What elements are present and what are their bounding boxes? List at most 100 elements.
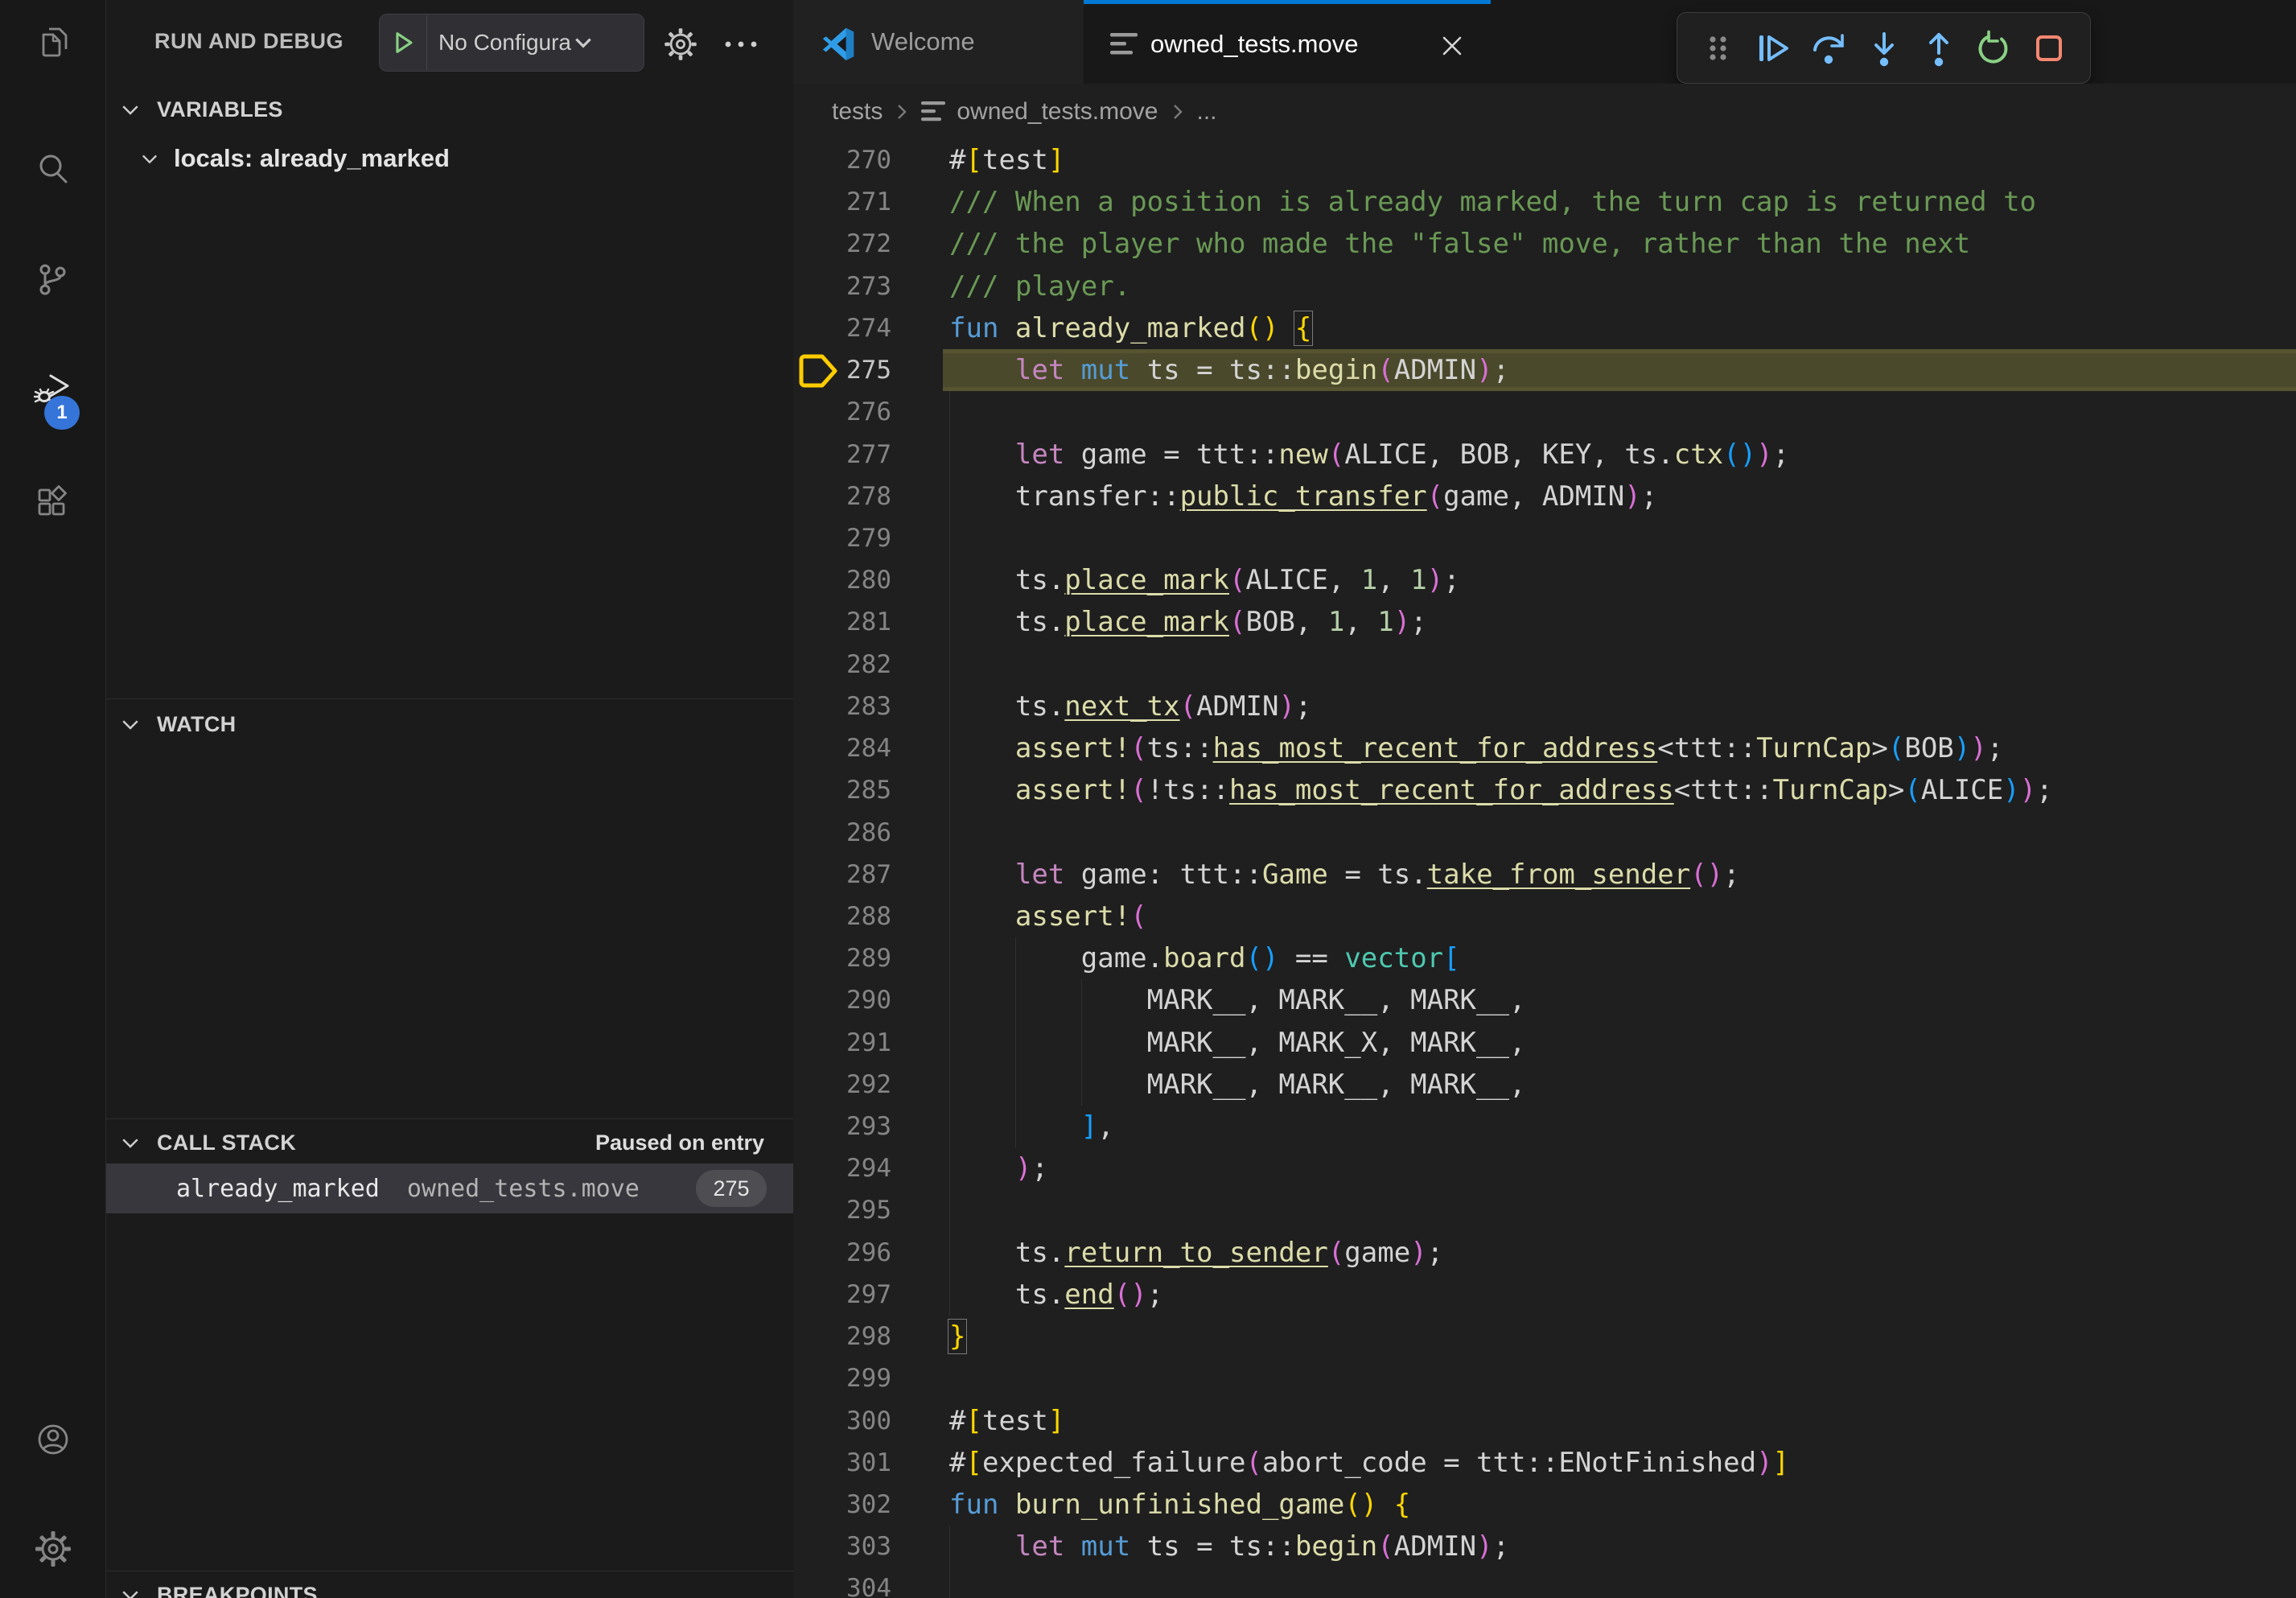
toolbar-drag-handle[interactable] xyxy=(1700,30,1737,67)
tab-welcome[interactable]: Welcome xyxy=(793,0,1084,84)
line-number[interactable]: 299 xyxy=(793,1357,891,1399)
code-line[interactable]: 276 xyxy=(793,391,2296,433)
line-number[interactable]: 282 xyxy=(793,644,891,686)
more-actions-icon[interactable] xyxy=(722,35,760,53)
line-number[interactable]: 298 xyxy=(793,1316,891,1357)
line-number[interactable]: 277 xyxy=(793,434,891,476)
line-number[interactable]: 283 xyxy=(793,686,891,727)
line-number[interactable]: 294 xyxy=(793,1147,891,1189)
variables-locals-scope[interactable]: locals: already_marked xyxy=(106,135,793,182)
code-line[interactable]: 300#[test] xyxy=(793,1400,2296,1442)
line-number[interactable]: 291 xyxy=(793,1022,891,1064)
code-line[interactable]: 298} xyxy=(793,1316,2296,1357)
code-line[interactable]: 290 MARK__, MARK__, MARK__, xyxy=(793,979,2296,1021)
line-number[interactable]: 284 xyxy=(793,727,891,769)
continue-button[interactable] xyxy=(1755,30,1792,67)
line-number[interactable]: 302 xyxy=(793,1484,891,1526)
code-line[interactable]: 296 ts.return_to_sender(game); xyxy=(793,1232,2296,1274)
code-line[interactable]: 275 let mut ts = ts::begin(ADMIN); xyxy=(793,349,2296,391)
code-line[interactable]: 282 xyxy=(793,644,2296,686)
code-line[interactable]: 270#[test] xyxy=(793,139,2296,181)
code-line[interactable]: 302fun burn_unfinished_game() { xyxy=(793,1484,2296,1526)
line-number[interactable]: 293 xyxy=(793,1106,891,1147)
explorer-icon[interactable] xyxy=(34,23,72,61)
start-debug-button[interactable] xyxy=(380,15,427,70)
line-number[interactable]: 295 xyxy=(793,1189,891,1231)
step-over-button[interactable] xyxy=(1810,30,1847,67)
breakpoints-section-header[interactable]: BREAKPOINTS xyxy=(106,1572,793,1598)
line-number[interactable]: 287 xyxy=(793,854,891,896)
line-number[interactable]: 292 xyxy=(793,1064,891,1106)
step-out-button[interactable] xyxy=(1920,30,1957,67)
line-number[interactable]: 278 xyxy=(793,476,891,517)
code-line[interactable]: 281 ts.place_mark(BOB, 1, 1); xyxy=(793,601,2296,643)
line-number[interactable]: 289 xyxy=(793,937,891,979)
call-stack-section-header[interactable]: CALL STACK Paused on entry xyxy=(106,1120,793,1165)
code-line[interactable]: 272/// the player who made the "false" m… xyxy=(793,223,2296,265)
line-number[interactable]: 275 xyxy=(793,349,891,391)
code-line[interactable]: 289 game.board() == vector[ xyxy=(793,937,2296,979)
line-number[interactable]: 271 xyxy=(793,181,891,223)
debug-config-button[interactable]: No Configura xyxy=(379,14,644,72)
line-number[interactable]: 270 xyxy=(793,139,891,181)
line-number[interactable]: 300 xyxy=(793,1400,891,1442)
line-number[interactable]: 290 xyxy=(793,979,891,1021)
code-line[interactable]: 277 let game = ttt::new(ALICE, BOB, KEY,… xyxy=(793,434,2296,476)
code-line[interactable]: 295 xyxy=(793,1189,2296,1231)
code-line[interactable]: 280 ts.place_mark(ALICE, 1, 1); xyxy=(793,559,2296,601)
extensions-icon[interactable] xyxy=(34,484,72,522)
code-line[interactable]: 301#[expected_failure(abort_code = ttt::… xyxy=(793,1442,2296,1484)
line-number[interactable]: 303 xyxy=(793,1526,891,1567)
restart-button[interactable] xyxy=(1975,30,2012,67)
line-number[interactable]: 304 xyxy=(793,1567,891,1598)
code-line[interactable]: 297 ts.end(); xyxy=(793,1274,2296,1316)
line-number[interactable]: 272 xyxy=(793,223,891,265)
source-control-icon[interactable] xyxy=(34,261,72,299)
code-line[interactable]: 273/// player. xyxy=(793,266,2296,307)
code-line[interactable]: 287 let game: ttt::Game = ts.take_from_s… xyxy=(793,854,2296,896)
stop-button[interactable] xyxy=(2031,30,2068,67)
code-line[interactable]: 292 MARK__, MARK__, MARK__, xyxy=(793,1064,2296,1106)
line-number[interactable]: 274 xyxy=(793,307,891,349)
code-line[interactable]: 284 assert!(ts::has_most_recent_for_addr… xyxy=(793,727,2296,769)
code-line[interactable]: 278 transfer::public_transfer(game, ADMI… xyxy=(793,476,2296,517)
code-line[interactable]: 274fun already_marked() { xyxy=(793,307,2296,349)
code-line[interactable]: 285 assert!(!ts::has_most_recent_for_add… xyxy=(793,769,2296,811)
close-icon[interactable] xyxy=(1438,31,1467,60)
code-line[interactable]: 304 xyxy=(793,1567,2296,1598)
search-icon[interactable] xyxy=(34,150,72,188)
line-number[interactable]: 280 xyxy=(793,559,891,601)
debug-settings-gear-icon[interactable] xyxy=(663,27,698,62)
code-line[interactable]: 271/// When a position is already marked… xyxy=(793,181,2296,223)
tab-owned-tests-move[interactable]: owned_tests.move xyxy=(1084,0,1491,84)
debug-config-label[interactable]: No Configura xyxy=(438,30,571,56)
line-number[interactable]: 297 xyxy=(793,1274,891,1316)
line-number[interactable]: 301 xyxy=(793,1442,891,1484)
line-number[interactable]: 288 xyxy=(793,896,891,937)
breadcrumb-file[interactable]: owned_tests.move xyxy=(957,98,1158,126)
accounts-icon[interactable] xyxy=(34,1420,72,1459)
line-number[interactable]: 273 xyxy=(793,266,891,307)
code-line[interactable]: 291 MARK__, MARK_X, MARK__, xyxy=(793,1022,2296,1064)
line-number[interactable]: 281 xyxy=(793,601,891,643)
code-line[interactable]: 279 xyxy=(793,517,2296,559)
code-line[interactable]: 286 xyxy=(793,812,2296,854)
code-line[interactable]: 299 xyxy=(793,1357,2296,1399)
variables-section-header[interactable]: VARIABLES xyxy=(106,87,793,132)
line-number[interactable]: 279 xyxy=(793,517,891,559)
code-line[interactable]: 293 ], xyxy=(793,1106,2296,1147)
line-number[interactable]: 276 xyxy=(793,391,891,433)
code-editor[interactable]: 270#[test]271/// When a position is alre… xyxy=(793,139,2296,1598)
breadcrumb-tests[interactable]: tests xyxy=(832,98,883,126)
call-stack-frame-row[interactable]: already_marked owned_tests.move 275 xyxy=(106,1163,793,1213)
watch-section-header[interactable]: WATCH xyxy=(106,702,793,747)
code-line[interactable]: 283 ts.next_tx(ADMIN); xyxy=(793,686,2296,727)
code-line[interactable]: 294 ); xyxy=(793,1147,2296,1189)
settings-gear-icon[interactable] xyxy=(34,1530,72,1568)
line-number[interactable]: 296 xyxy=(793,1232,891,1274)
line-number[interactable]: 285 xyxy=(793,769,891,811)
line-number[interactable]: 286 xyxy=(793,812,891,854)
breadcrumb-symbol[interactable]: ... xyxy=(1197,98,1217,126)
code-line[interactable]: 288 assert!( xyxy=(793,896,2296,937)
step-into-button[interactable] xyxy=(1866,30,1903,67)
